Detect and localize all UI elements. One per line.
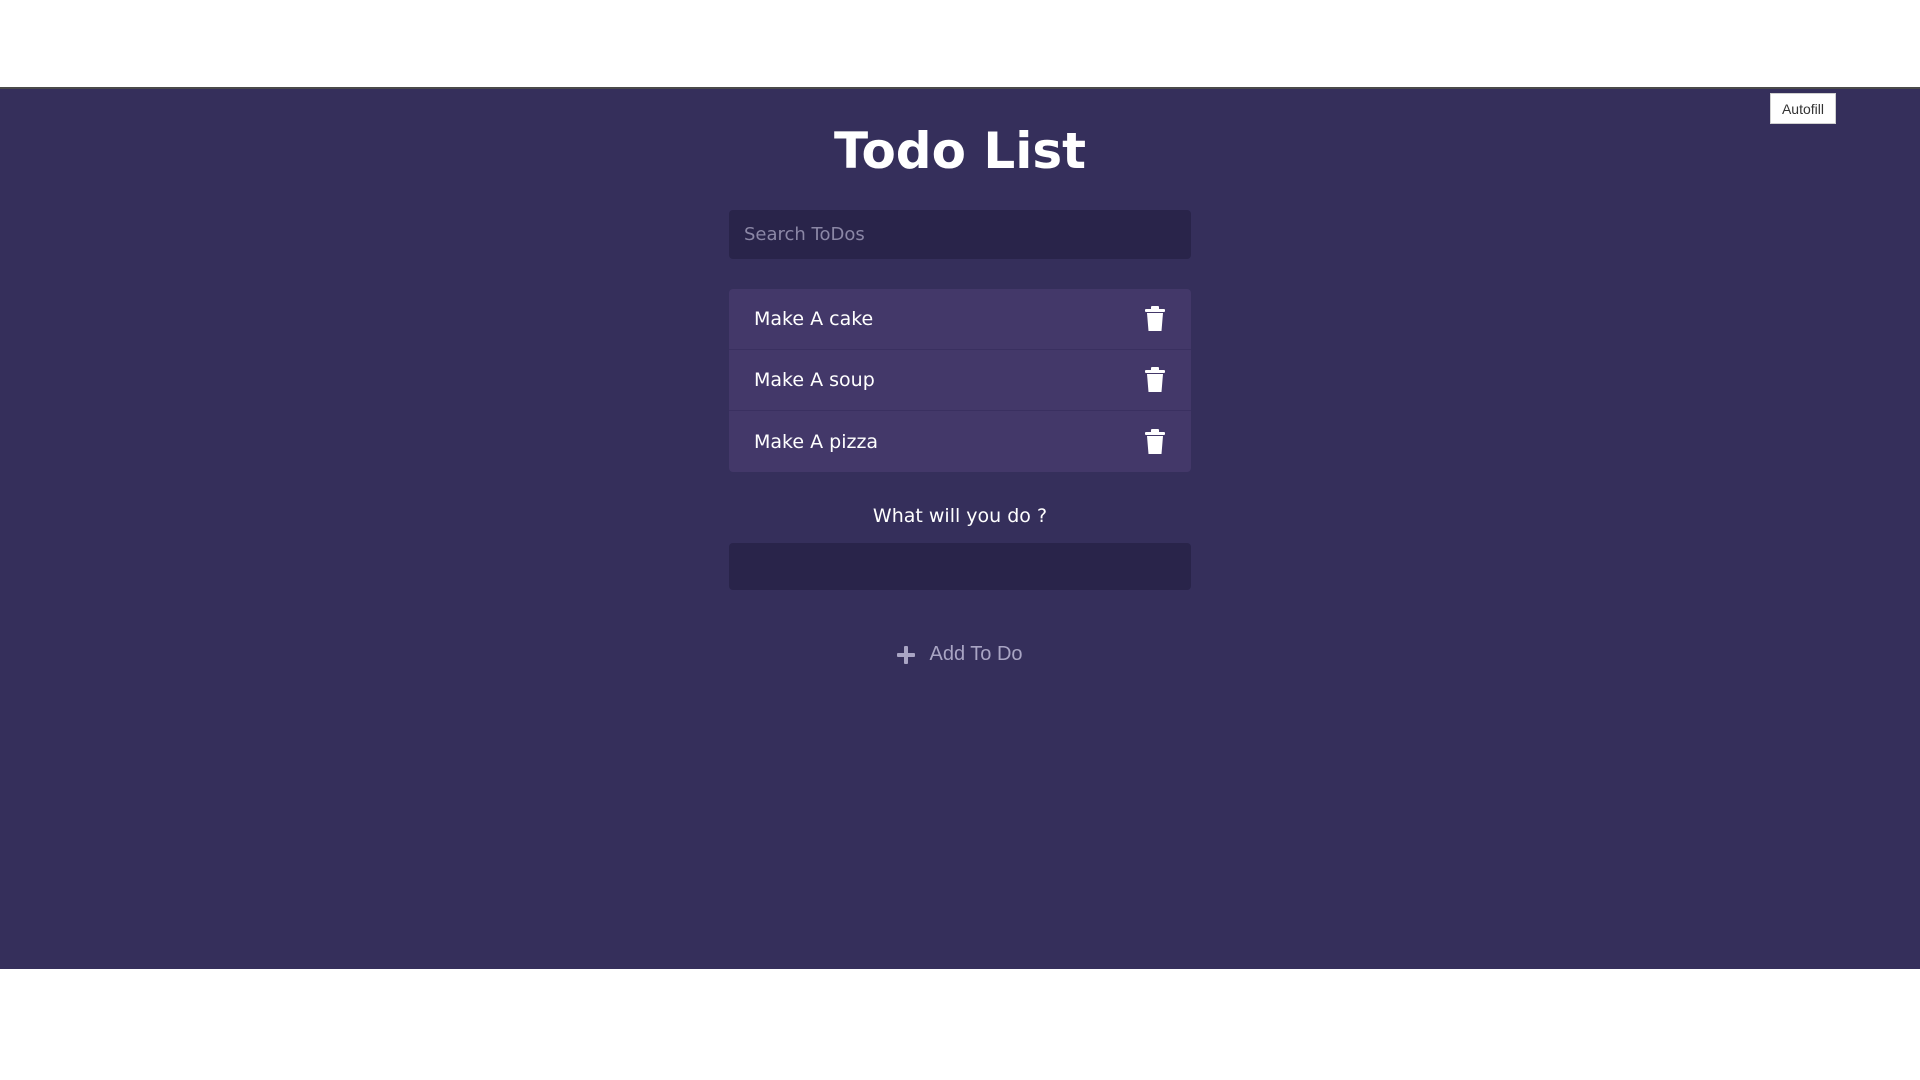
- todo-item: Make A pizza: [729, 411, 1191, 472]
- search-input[interactable]: [729, 210, 1191, 259]
- trash-icon[interactable]: [1144, 306, 1166, 332]
- add-todo-button[interactable]: Add To Do: [0, 642, 1920, 667]
- top-blank-area: [0, 0, 1920, 87]
- todo-list: Make A cake Make A soup Make A pizza: [729, 289, 1191, 472]
- trash-icon[interactable]: [1144, 428, 1166, 455]
- todo-app: Autofill Todo List Make A cake Make A so…: [0, 87, 1920, 969]
- add-todo-label: What will you do ?: [872, 505, 1048, 527]
- todo-item-label: Make A soup: [754, 369, 875, 391]
- bottom-blank-area: [0, 969, 1920, 1080]
- todo-item-label: Make A pizza: [754, 430, 879, 453]
- add-todo-input[interactable]: [729, 543, 1191, 590]
- add-todo-button-label: Add To Do: [929, 643, 1023, 665]
- plus-icon: [897, 645, 916, 664]
- todo-item-label: Make A cake: [754, 308, 874, 330]
- todo-item: Make A cake: [729, 289, 1191, 350]
- autofill-button[interactable]: Autofill: [1769, 93, 1836, 124]
- todo-item: Make A soup: [729, 350, 1191, 411]
- trash-icon[interactable]: [1144, 367, 1166, 393]
- page-title: Todo List: [833, 122, 1087, 180]
